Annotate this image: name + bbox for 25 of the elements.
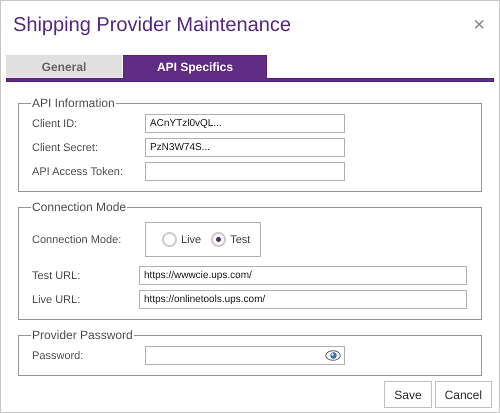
input-field[interactable]: https://wwwcie.ups.com/ [139,266,467,285]
input-field[interactable]: PzN3W74S... [145,138,345,157]
field-label: Password: [32,350,84,362]
window-title: Shipping Provider Maintenance [13,14,291,36]
field-label: Client ID: [32,118,78,130]
dialog-button[interactable]: Cancel [434,381,492,408]
group-title: API Information [31,96,116,110]
password-field[interactable] [145,346,345,365]
eye-icon[interactable] [325,350,341,361]
field-label: Connection Mode: [32,234,122,246]
input-field[interactable]: https://onlinetools.ups.com/ [139,290,467,309]
radio-option[interactable]: Live [162,232,202,247]
tab[interactable]: General [6,55,122,78]
field-label: Test URL: [32,270,82,282]
field-label: Client Secret: [32,142,100,154]
field-label: Live URL: [32,294,82,306]
close-button[interactable]: × [473,15,485,35]
field-label: API Access Token: [32,166,124,178]
group-title: Connection Mode [31,200,128,214]
input-field[interactable]: ACnYTzl0vQL... [145,114,345,133]
group-title: Provider Password [31,328,134,342]
tab[interactable]: API Specifics [123,55,267,78]
dialog-button[interactable]: Save [384,381,432,408]
radio-option[interactable]: Test [211,232,250,247]
input-field[interactable] [145,162,345,181]
